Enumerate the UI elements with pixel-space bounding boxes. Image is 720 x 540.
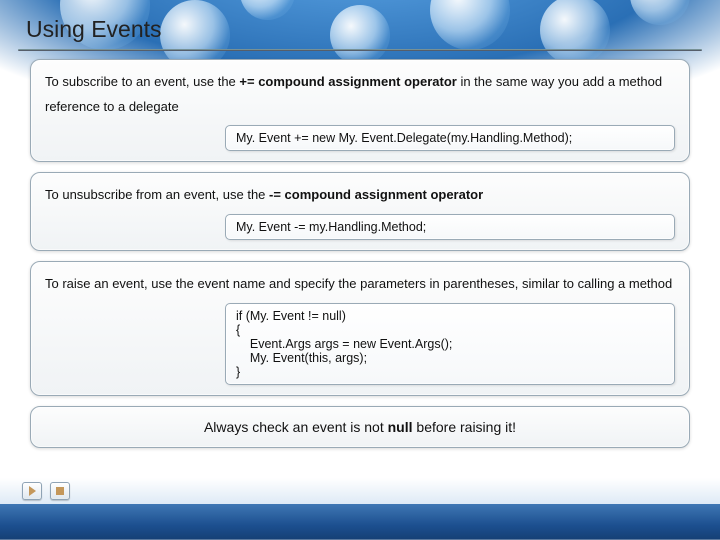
next-button[interactable] xyxy=(22,482,42,500)
stop-icon xyxy=(56,487,64,495)
raise-panel: To raise an event, use the event name an… xyxy=(30,261,690,396)
unsubscribe-operator: -= compound assignment operator xyxy=(269,187,483,202)
subscribe-text-pre: To subscribe to an event, use the xyxy=(45,74,239,89)
slide-nav xyxy=(22,482,70,500)
raise-code: if (My. Event != null) { Event.Args args… xyxy=(225,303,675,385)
raise-text: To raise an event, use the event name an… xyxy=(45,272,675,297)
unsubscribe-panel: To unsubscribe from an event, use the -=… xyxy=(30,172,690,251)
stop-button[interactable] xyxy=(50,482,70,500)
note-suffix: before raising it! xyxy=(413,419,517,435)
footer-fade xyxy=(0,478,720,504)
subscribe-code: My. Event += new My. Event.Delegate(my.H… xyxy=(225,125,675,151)
unsubscribe-text-pre: To unsubscribe from an event, use the xyxy=(45,187,269,202)
slide-title: Using Events xyxy=(0,0,720,49)
footer-bar xyxy=(0,504,720,540)
slide-content: To subscribe to an event, use the += com… xyxy=(0,51,720,448)
arrow-right-icon xyxy=(29,486,36,496)
note-prefix: Always check an event is not xyxy=(204,419,388,435)
note-bold: null xyxy=(388,419,413,435)
subscribe-panel: To subscribe to an event, use the += com… xyxy=(30,59,690,162)
subscribe-operator: += compound assignment operator xyxy=(239,74,456,89)
subscribe-text: To subscribe to an event, use the += com… xyxy=(45,70,675,119)
unsubscribe-text: To unsubscribe from an event, use the -=… xyxy=(45,183,675,208)
note-panel: Always check an event is not null before… xyxy=(30,406,690,448)
unsubscribe-code: My. Event -= my.Handling.Method; xyxy=(225,214,675,240)
